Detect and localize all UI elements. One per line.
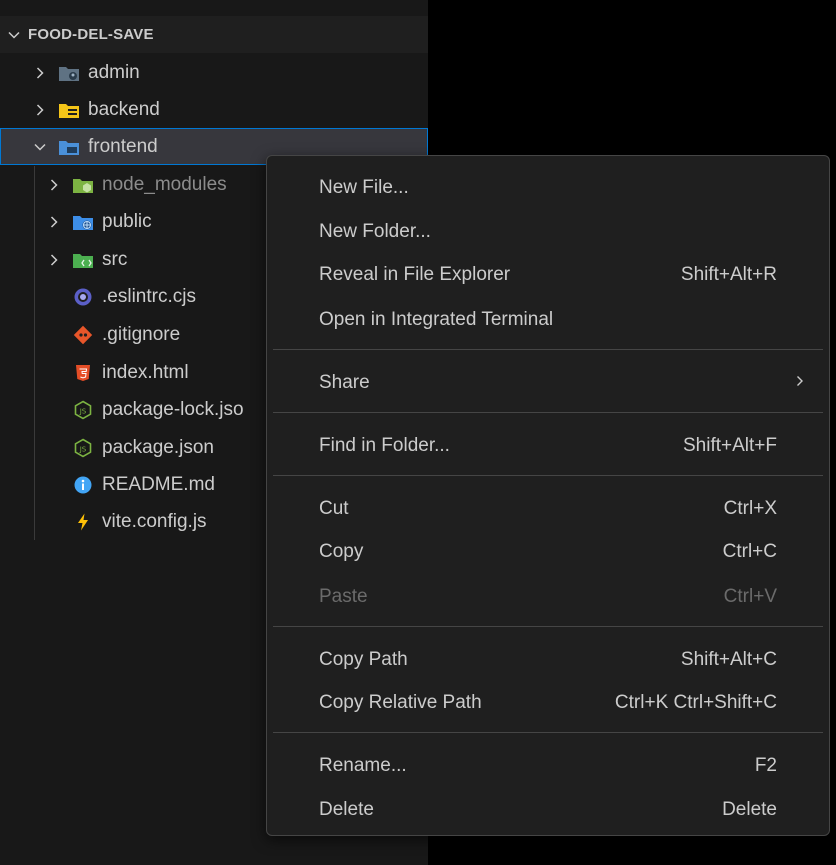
folder-public-icon <box>72 211 94 233</box>
folder-admin-icon <box>58 62 80 84</box>
chevron-down-icon[interactable] <box>0 25 28 45</box>
git-icon <box>72 324 94 346</box>
chevron-right-icon[interactable] <box>30 100 50 120</box>
menu-item-label: New Folder... <box>319 221 431 242</box>
menu-item-shortcut: Shift+Alt+F <box>683 435 777 456</box>
tree-item-backend[interactable]: backend <box>0 91 428 128</box>
nodejs-icon: JS <box>72 399 94 421</box>
folder-node-icon <box>72 174 94 196</box>
tree-item-label: index.html <box>102 361 189 383</box>
menu-item-label: Paste <box>319 586 368 607</box>
html5-icon <box>72 362 94 384</box>
menu-item-label: Copy <box>319 541 364 562</box>
menu-item-find-in-folder[interactable]: Find in Folder... Shift+Alt+F <box>267 426 829 466</box>
menu-item-label: Share <box>319 372 370 393</box>
chevron-right-icon[interactable] <box>44 175 64 195</box>
tree-item-label: package.json <box>102 436 214 458</box>
chevron-right-icon[interactable] <box>44 250 64 270</box>
folder-frontend-icon <box>58 136 80 158</box>
menu-item-new-folder[interactable]: New Folder... <box>267 212 829 252</box>
folder-backend-icon <box>58 99 80 121</box>
svg-text:JS: JS <box>79 407 87 415</box>
info-icon <box>72 474 94 496</box>
menu-item-label: New File... <box>319 177 409 198</box>
menu-item-label: Reveal in File Explorer <box>319 264 511 285</box>
menu-item-shortcut: F2 <box>754 755 777 776</box>
chevron-down-icon[interactable] <box>30 137 50 157</box>
menu-separator <box>273 412 823 413</box>
menu-item-label: Find in Folder... <box>319 435 450 456</box>
svg-text:JS: JS <box>79 445 87 453</box>
nodejs-icon: JS <box>72 437 94 459</box>
menu-item-rename[interactable]: Rename... F2 <box>267 746 829 786</box>
menu-separator <box>273 732 823 733</box>
menu-item-label: Copy Relative Path <box>319 692 482 713</box>
tree-item-label: .eslintrc.cjs <box>102 285 196 307</box>
menu-item-copy[interactable]: Copy Ctrl+C <box>267 532 829 572</box>
menu-item-label: Open in Integrated Terminal <box>319 309 554 330</box>
menu-item-shortcut: Shift+Alt+C <box>680 649 777 670</box>
menu-item-share[interactable]: Share <box>267 363 829 403</box>
menu-separator <box>273 475 823 476</box>
menu-separator <box>273 626 823 627</box>
tree-item-label: package-lock.jso <box>102 398 244 420</box>
tree-item-label: node_modules <box>102 173 227 195</box>
menu-item-label: Rename... <box>319 755 407 776</box>
tree-item-label: frontend <box>88 135 158 157</box>
menu-item-new-file[interactable]: New File... <box>267 168 829 208</box>
folder-src-icon <box>72 249 94 271</box>
menu-item-delete[interactable]: Delete Delete <box>267 790 829 830</box>
menu-item-copy-path[interactable]: Copy Path Shift+Alt+C <box>267 640 829 680</box>
menu-item-open-in-terminal[interactable]: Open in Integrated Terminal <box>267 300 829 340</box>
menu-item-shortcut: Ctrl+C <box>722 541 777 562</box>
tree-item-admin[interactable]: admin <box>0 54 428 91</box>
tree-item-label: .gitignore <box>102 323 181 345</box>
chevron-right-icon[interactable] <box>44 212 64 232</box>
eslint-icon <box>72 286 94 308</box>
context-menu: New File... New Folder... Reveal in File… <box>266 155 830 836</box>
tree-item-label: src <box>102 248 128 270</box>
chevron-right-icon <box>793 372 807 394</box>
tree-item-label: admin <box>88 61 140 83</box>
menu-item-copy-relative-path[interactable]: Copy Relative Path Ctrl+K Ctrl+Shift+C <box>267 683 829 723</box>
menu-item-label: Cut <box>319 498 349 519</box>
menu-item-paste: Paste Ctrl+V <box>267 577 829 617</box>
menu-item-shortcut: Ctrl+V <box>723 586 777 607</box>
tree-item-label: README.md <box>102 473 215 495</box>
menu-item-label: Copy Path <box>319 649 408 670</box>
menu-item-shortcut: Delete <box>722 799 777 820</box>
menu-item-reveal-in-file-explorer[interactable]: Reveal in File Explorer Shift+Alt+R <box>267 255 829 295</box>
menu-item-shortcut: Ctrl+X <box>723 498 777 519</box>
menu-item-shortcut: Shift+Alt+R <box>680 264 777 285</box>
menu-item-label: Delete <box>319 799 374 820</box>
menu-separator <box>273 349 823 350</box>
explorer-root-header[interactable]: FOOD-DEL-SAVE <box>0 16 428 53</box>
tree-item-label: vite.config.js <box>102 510 207 532</box>
explorer-root-label: FOOD-DEL-SAVE <box>28 26 154 43</box>
chevron-right-icon[interactable] <box>30 63 50 83</box>
tree-item-label: backend <box>88 98 160 120</box>
menu-item-shortcut: Ctrl+K Ctrl+Shift+C <box>614 692 777 713</box>
vite-icon <box>72 511 94 533</box>
menu-item-cut[interactable]: Cut Ctrl+X <box>267 489 829 529</box>
tree-item-label: public <box>102 210 152 232</box>
